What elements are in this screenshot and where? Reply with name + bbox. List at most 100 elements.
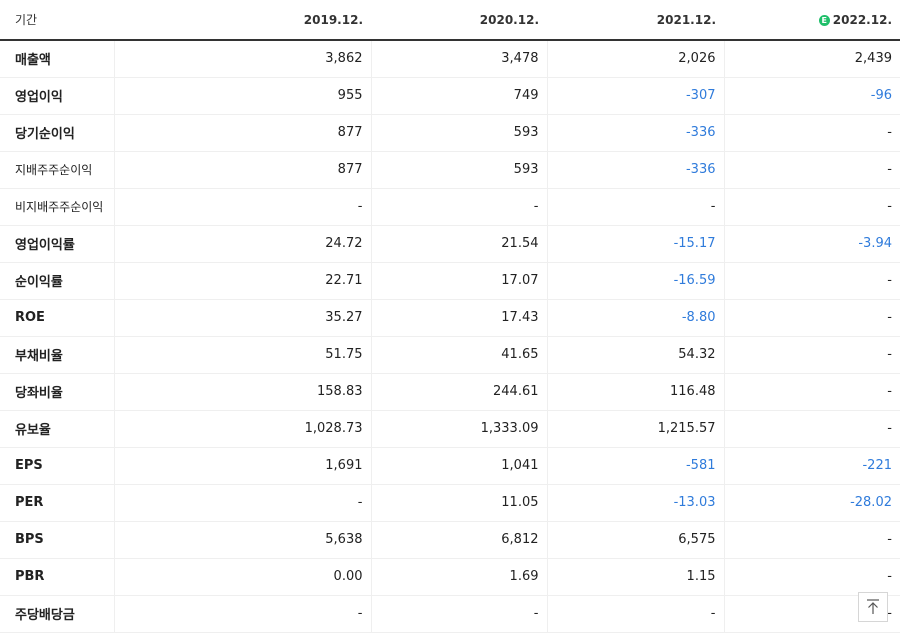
value-cell: 22.71 <box>113 262 371 300</box>
header-row: 기간 2019.12. 2020.12. 2021.12. E 2022.12. <box>0 0 900 41</box>
value-cell: 1,028.73 <box>113 410 371 448</box>
value-cell: 593 <box>370 114 547 152</box>
period-header-2020: 2020.12. <box>371 0 547 41</box>
value-cell: 1,041 <box>370 446 547 485</box>
value-cell: - <box>723 410 900 448</box>
value-cell: -581 <box>546 446 724 485</box>
row-label: ROE <box>0 299 114 337</box>
value-cell: - <box>723 373 900 411</box>
value-cell: -15.17 <box>546 224 724 263</box>
value-cell: -8.80 <box>546 299 724 337</box>
row-label: PBR <box>0 558 114 596</box>
value-cell: 1.15 <box>546 558 724 596</box>
period-header-2019: 2019.12. <box>114 0 371 41</box>
value-cell: 2,026 <box>546 40 724 78</box>
value-cell: - <box>113 594 371 633</box>
value-cell: 3,862 <box>113 40 371 78</box>
value-cell: - <box>723 151 900 189</box>
table-row: PER -11.05 -13.03 -28.02 <box>0 484 900 522</box>
value-cell: - <box>723 114 900 152</box>
value-cell: 244.61 <box>370 373 547 411</box>
row-label: 부채비율 <box>0 335 114 374</box>
value-cell: -16.59 <box>546 262 724 300</box>
table-row: 영업이익률 24.72 21.54 -15.17 -3.94 <box>0 224 900 263</box>
table-row: 비지배주주순이익 - - - - <box>0 188 900 226</box>
value-cell: - <box>113 484 371 522</box>
row-label: 당좌비율 <box>0 373 114 411</box>
value-cell: - <box>546 188 724 226</box>
table-row: 유보율 1,028.73 1,333.09 1,215.57- <box>0 410 900 448</box>
value-cell: - <box>370 594 547 633</box>
value-cell: 0.00 <box>113 558 371 596</box>
value-cell: 54.32 <box>546 335 724 374</box>
row-label: 지배주주순이익 <box>0 151 114 189</box>
table-row: 순이익률 22.71 17.07 -16.59- <box>0 262 900 300</box>
value-cell: 51.75 <box>113 335 371 374</box>
row-label: EPS <box>0 446 114 485</box>
value-cell: - <box>723 335 900 374</box>
value-cell: 1,215.57 <box>546 410 724 448</box>
value-cell: -307 <box>546 77 724 115</box>
table-row: 부채비율 51.75 41.65 54.32- <box>0 335 900 374</box>
scroll-top-button[interactable] <box>858 592 888 622</box>
value-cell: - <box>546 594 724 633</box>
value-cell: 877 <box>113 114 371 152</box>
table-row: 당기순이익 877 593 -336- <box>0 114 900 152</box>
value-cell: 21.54 <box>370 224 547 263</box>
period-header-2022-estimate: E 2022.12. <box>724 0 900 41</box>
value-cell: -13.03 <box>546 484 724 522</box>
table-row: ROE 35.27 17.43 -8.80- <box>0 299 900 337</box>
value-cell: - <box>723 188 900 226</box>
table-row: 지배주주순이익 877 593 -336- <box>0 151 900 189</box>
row-label: 순이익률 <box>0 262 114 300</box>
table-row: 주당배당금 - - - - <box>0 594 900 633</box>
row-label: PER <box>0 484 114 522</box>
value-cell: - <box>113 188 371 226</box>
table-row: EPS 1,691 1,041 -581 -221 <box>0 446 900 485</box>
value-cell: 1.69 <box>370 558 547 596</box>
value-cell: 593 <box>370 151 547 189</box>
value-cell: -96 <box>723 77 900 115</box>
row-label: BPS <box>0 521 114 559</box>
value-cell: 116.48 <box>546 373 724 411</box>
row-label: 영업이익률 <box>0 224 114 263</box>
value-cell: 24.72 <box>113 224 371 263</box>
value-cell: - <box>723 262 900 300</box>
value-cell: 2,439 <box>723 40 900 78</box>
table-row: PBR 0.00 1.69 1.15- <box>0 558 900 596</box>
value-cell: 5,638 <box>113 521 371 559</box>
table-row: BPS 5,638 6,812 6,575- <box>0 521 900 559</box>
value-cell: -336 <box>546 114 724 152</box>
row-label: 유보율 <box>0 410 114 448</box>
value-cell: -336 <box>546 151 724 189</box>
value-cell: - <box>723 521 900 559</box>
financial-summary-table: 기간 2019.12. 2020.12. 2021.12. E 2022.12. … <box>0 0 900 633</box>
value-cell: -28.02 <box>723 484 900 522</box>
period-header-label: 기간 <box>0 0 114 41</box>
value-cell: 6,812 <box>370 521 547 559</box>
value-cell: 877 <box>113 151 371 189</box>
value-cell: -221 <box>723 446 900 485</box>
value-cell: 17.43 <box>370 299 547 337</box>
table-row: 당좌비율 158.83 244.61 116.48- <box>0 373 900 411</box>
value-cell: 11.05 <box>370 484 547 522</box>
value-cell: 41.65 <box>370 335 547 374</box>
arrow-up-to-line-icon <box>867 599 879 614</box>
period-header-2021: 2021.12. <box>547 0 724 41</box>
value-cell: - <box>370 188 547 226</box>
value-cell: 17.07 <box>370 262 547 300</box>
value-cell: 158.83 <box>113 373 371 411</box>
value-cell: 1,691 <box>113 446 371 485</box>
row-label: 영업이익 <box>0 77 114 115</box>
value-cell: -3.94 <box>723 224 900 263</box>
value-cell: 6,575 <box>546 521 724 559</box>
row-label: 비지배주주순이익 <box>0 188 114 226</box>
value-cell: 955 <box>113 77 371 115</box>
value-cell: 749 <box>370 77 547 115</box>
period-header-2022-label: 2022.12. <box>832 12 892 27</box>
value-cell: 35.27 <box>113 299 371 337</box>
value-cell: - <box>723 299 900 337</box>
table-row: 영업이익 955 749 -307 -96 <box>0 77 900 115</box>
value-cell: 1,333.09 <box>370 410 547 448</box>
table-row: 매출액 3,862 3,478 2,026 2,439 <box>0 40 900 78</box>
